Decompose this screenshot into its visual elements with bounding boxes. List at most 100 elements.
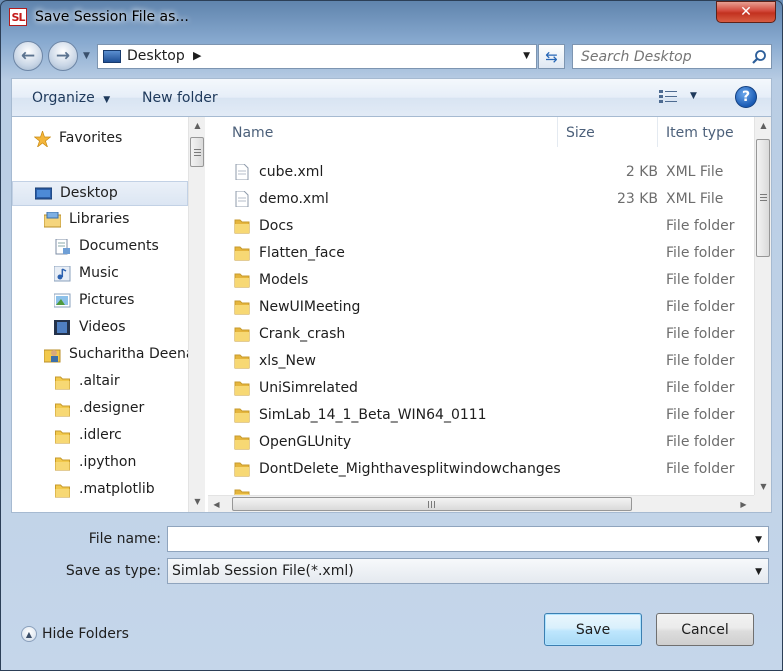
file-name-dropdown-icon[interactable]: ▼ [755,535,762,545]
scroll-right-arrow-icon[interactable]: ▶ [735,496,752,513]
folder-row-partial[interactable] [208,483,754,495]
file-name: NewUIMeeting [259,299,361,315]
file-type: File folder [666,326,735,342]
search-box[interactable] [572,44,772,69]
address-bar[interactable]: Desktop ▶ ▼ [97,44,537,69]
scrollbar-thumb[interactable] [756,139,770,257]
cancel-button[interactable]: Cancel [656,613,754,646]
scrollbar-thumb[interactable] [190,137,204,167]
file-row[interactable]: cube.xml 2 KB XML File [208,159,754,186]
folder-row[interactable]: xls_New File folder [208,348,754,375]
pictures-icon [54,293,71,308]
file-type: File folder [666,380,735,396]
nav-item-folder[interactable]: .altair [12,370,188,395]
save-button[interactable]: Save [544,613,642,646]
search-icon[interactable] [751,49,767,65]
nav-item-label: Sucharitha Deena [69,346,195,362]
address-dropdown-icon[interactable]: ▼ [523,51,530,61]
folder-row[interactable]: Flatten_face File folder [208,240,754,267]
file-type: File folder [666,407,735,423]
new-folder-button[interactable]: New folder [142,90,218,106]
nav-item-label: Favorites [59,130,123,146]
nav-item-folder[interactable]: .matplotlib [12,478,188,503]
folder-row[interactable]: Crank_crash File folder [208,321,754,348]
nav-item-videos[interactable]: Videos [12,316,188,341]
view-options-icon[interactable] [659,90,677,104]
nav-item-pictures[interactable]: Pictures [12,289,188,314]
folder-icon [234,381,250,396]
folder-row[interactable]: NewUIMeeting File folder [208,294,754,321]
save-type-dropdown-icon[interactable]: ▼ [755,567,762,577]
nav-item-music[interactable]: Music [12,262,188,287]
help-icon[interactable]: ? [735,86,757,108]
column-header-type[interactable]: Item type [658,117,754,147]
nav-item-label: .designer [79,400,145,416]
file-name-input[interactable] [168,527,738,551]
nav-item-favorites[interactable]: Favorites [12,127,188,152]
folder-icon [234,246,250,261]
back-button[interactable]: ← [13,41,43,71]
scroll-left-arrow-icon[interactable]: ◀ [208,496,225,513]
organize-menu[interactable]: Organize ▼ [32,90,110,106]
nav-item-desktop[interactable]: Desktop [12,181,188,206]
recent-locations-dropdown[interactable]: ▼ [83,51,90,61]
folder-row[interactable]: Docs File folder [208,213,754,240]
file-type: File folder [666,353,735,369]
file-type: File folder [666,272,735,288]
scroll-up-arrow-icon[interactable]: ▲ [755,117,772,134]
file-size: 23 KB [616,191,658,207]
refresh-button[interactable]: ⇆ [538,44,565,69]
column-header-name[interactable]: Name [208,117,558,147]
column-header-size[interactable]: Size [558,117,658,147]
hide-folders-label: Hide Folders [42,626,129,642]
folder-row[interactable]: DontDelete_Mighthavesplitwindowchanges F… [208,456,754,483]
scroll-down-arrow-icon[interactable]: ▼ [189,493,206,510]
nav-item-folder[interactable]: .idlerc [12,424,188,449]
nav-item-folder[interactable]: .designer [12,397,188,422]
scroll-down-arrow-icon[interactable]: ▼ [755,478,772,495]
folder-row[interactable]: SimLab_14_1_Beta_WIN64_0111 File folder [208,402,754,429]
nav-item-label: Music [79,265,119,281]
view-options-dropdown-icon[interactable]: ▼ [690,91,697,101]
file-name-combo[interactable]: ▼ [167,526,769,552]
folder-row[interactable]: OpenGLUnity File folder [208,429,754,456]
file-type: File folder [666,434,735,450]
address-chevron-icon[interactable]: ▶ [193,49,201,62]
scroll-up-arrow-icon[interactable]: ▲ [189,117,206,134]
videos-icon [54,320,70,335]
navigation-scrollbar[interactable]: ▲ ▼ [188,117,205,512]
folder-row[interactable]: Models File folder [208,267,754,294]
libraries-icon [44,212,61,228]
collapse-arrow-icon: ▲ [21,626,37,642]
folder-icon [234,462,250,477]
save-type-select[interactable]: Simlab Session File(*.xml) ▼ [167,558,769,584]
simlab-app-icon: SL [9,8,27,26]
nav-item-user-folder[interactable]: Sucharitha Deena [12,343,194,368]
folder-icon [55,403,70,417]
title-bar[interactable]: SL Save Session File as... [1,1,782,37]
address-location[interactable]: Desktop [127,48,185,64]
file-list-horizontal-scrollbar[interactable]: ◀ ▶ [208,495,754,512]
close-button[interactable]: ✕ [716,1,776,23]
file-name: xls_New [259,353,317,369]
organize-arrow-icon: ▼ [103,95,111,105]
folder-icon [234,219,250,234]
file-row[interactable]: demo.xml 23 KB XML File [208,186,754,213]
folder-icon [234,354,250,369]
forward-button[interactable]: → [48,41,78,71]
folder-icon [234,327,250,342]
folder-icon [234,300,250,315]
file-size: 2 KB [625,164,658,180]
save-dialog-window: SL Save Session File as... ✕ ← → ▼ Deskt… [0,0,783,671]
nav-item-libraries[interactable]: Libraries [12,208,188,233]
nav-item-folder[interactable]: .ipython [12,451,188,476]
nav-item-label: Desktop [60,185,118,201]
folder-row[interactable]: UniSimrelated File folder [208,375,754,402]
search-input[interactable] [573,45,745,68]
file-list-vertical-scrollbar[interactable]: ▲ ▼ [754,117,771,495]
nav-item-documents[interactable]: Documents [12,235,188,260]
folder-icon [234,408,250,423]
scrollbar-thumb[interactable] [232,497,632,511]
back-arrow-icon: ← [20,46,36,66]
window-title: Save Session File as... [35,9,189,25]
